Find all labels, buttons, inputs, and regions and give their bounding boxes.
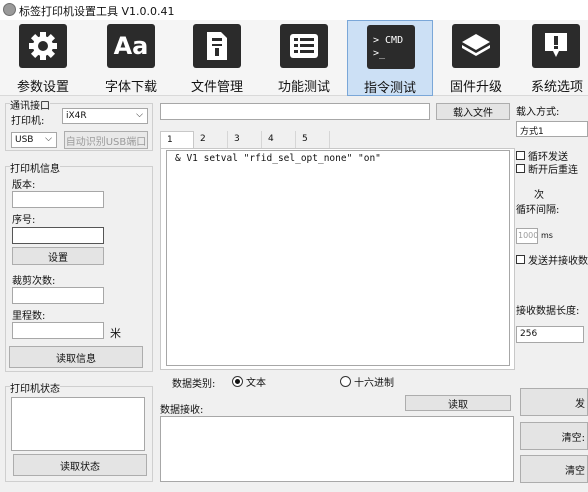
- toolbar-button-params[interactable]: 参数设置: [0, 20, 86, 96]
- app-icon: [3, 3, 16, 16]
- command-tabs: 1 2 3 4 5: [160, 131, 510, 150]
- window-title: 标签打印机设置工具 V1.0.0.41: [19, 5, 175, 18]
- clear-button[interactable]: 清空: [520, 455, 588, 483]
- reconnect-checkbox[interactable]: 断开后重连: [516, 161, 578, 176]
- main-toolbar: 参数设置 Aa 字体下载 文件管理 功能测试 > CMD >_ 指令测试 固件升…: [0, 20, 588, 96]
- gear-icon: [19, 24, 67, 68]
- receive-length-label: 接收数据长度:: [516, 306, 580, 317]
- reconnect-label: 断开后重连: [528, 165, 578, 176]
- checkbox-icon: [516, 164, 525, 173]
- radio-selected-icon: [232, 376, 243, 387]
- data-type-label: 数据类别:: [172, 379, 216, 390]
- read-info-button[interactable]: 读取信息: [9, 346, 143, 368]
- set-button[interactable]: 设置: [12, 247, 104, 265]
- tab-3[interactable]: 3: [228, 131, 262, 149]
- receive-label: 数据接收:: [160, 405, 204, 416]
- port-select-value: USB: [15, 135, 34, 145]
- load-mode-label: 载入方式:: [516, 107, 560, 118]
- toolbar-label: 功能测试: [277, 80, 330, 95]
- toolbar-button-system-options[interactable]: 系统选项: [519, 20, 588, 96]
- toolbar-button-function-test[interactable]: 功能测试: [261, 20, 347, 96]
- loop-interval-label: 循环间隔:: [516, 205, 560, 216]
- toolbar-label: 指令测试: [363, 81, 416, 96]
- version-field[interactable]: [12, 191, 104, 208]
- serial-label: 序号:: [12, 215, 36, 226]
- port-select[interactable]: USB ⌵: [11, 132, 57, 148]
- tab-4[interactable]: 4: [262, 131, 296, 149]
- toolbar-button-command-test[interactable]: > CMD >_ 指令测试: [347, 20, 433, 96]
- printer-label: 打印机:: [11, 116, 45, 127]
- font-aa-icon: Aa: [107, 24, 155, 68]
- toolbar-label: 参数设置: [16, 80, 69, 95]
- mileage-unit: 米: [110, 327, 121, 340]
- receive-field[interactable]: [160, 416, 514, 482]
- printer-status-group-title: 打印机状态: [10, 380, 60, 395]
- radio-text[interactable]: 文本: [232, 374, 266, 389]
- list-icon: [280, 24, 328, 68]
- send-receive-checkbox[interactable]: 发送并接收数: [516, 252, 588, 267]
- toolbar-button-files[interactable]: 文件管理: [174, 20, 260, 96]
- mileage-label: 里程数:: [12, 311, 46, 322]
- serial-field[interactable]: [12, 227, 104, 244]
- read-status-button[interactable]: 读取状态: [13, 454, 147, 476]
- chevron-down-icon: ⌵: [136, 110, 143, 120]
- version-label: 版本:: [12, 180, 36, 191]
- radio-text-label: 文本: [246, 378, 266, 389]
- printer-status-field[interactable]: [11, 397, 145, 451]
- exclamation-icon: [532, 24, 580, 68]
- interface-group-title: 通讯接口: [10, 97, 50, 112]
- send-button[interactable]: 发: [520, 388, 588, 416]
- clear-receive-button[interactable]: 清空:: [520, 422, 588, 450]
- file-path-field[interactable]: [160, 103, 430, 120]
- toolbar-label: 字体下载: [104, 80, 157, 95]
- cmd-terminal-icon: > CMD >_: [367, 25, 415, 69]
- load-mode-select[interactable]: 方式1: [516, 121, 588, 137]
- cut-count-field[interactable]: [12, 287, 104, 304]
- title-bar: 标签打印机设置工具 V1.0.0.41: [0, 0, 588, 20]
- toolbar-label: 文件管理: [190, 80, 243, 95]
- toolbar-label: 固件升级: [449, 80, 502, 95]
- auto-detect-usb-button[interactable]: 自动识别USB端口: [64, 131, 148, 149]
- interval-field[interactable]: 1000: [516, 228, 538, 244]
- toolbar-label: 系统选项: [531, 80, 584, 95]
- cut-count-label: 裁剪次数:: [12, 276, 56, 287]
- chip-icon: [452, 24, 500, 68]
- toolbar-button-firmware[interactable]: 固件升级: [433, 20, 519, 96]
- mileage-field[interactable]: [12, 322, 104, 339]
- printer-select[interactable]: iX4R ⌵: [62, 108, 148, 124]
- radio-unselected-icon: [340, 376, 351, 387]
- checkbox-icon: [516, 151, 525, 160]
- radio-hex[interactable]: 十六进制: [340, 374, 394, 389]
- interval-unit: ms: [541, 231, 553, 240]
- receive-length-field[interactable]: 256: [516, 326, 584, 343]
- printer-select-value: iX4R: [66, 111, 87, 121]
- send-receive-label: 发送并接收数: [528, 256, 588, 267]
- load-file-button[interactable]: 载入文件: [436, 103, 510, 120]
- chevron-down-icon: ⌵: [45, 134, 52, 144]
- file-icon: [193, 24, 241, 68]
- radio-hex-label: 十六进制: [354, 378, 394, 389]
- toolbar-button-font[interactable]: Aa 字体下载: [88, 20, 174, 96]
- tab-5[interactable]: 5: [296, 131, 330, 149]
- read-button[interactable]: 读取: [405, 395, 511, 411]
- command-editor[interactable]: & V1 setval "rfid_sel_opt_none" "on": [166, 150, 510, 366]
- printer-info-group-title: 打印机信息: [10, 160, 60, 175]
- tab-2[interactable]: 2: [194, 131, 228, 149]
- checkbox-icon: [516, 255, 525, 264]
- times-label: 次: [534, 190, 544, 201]
